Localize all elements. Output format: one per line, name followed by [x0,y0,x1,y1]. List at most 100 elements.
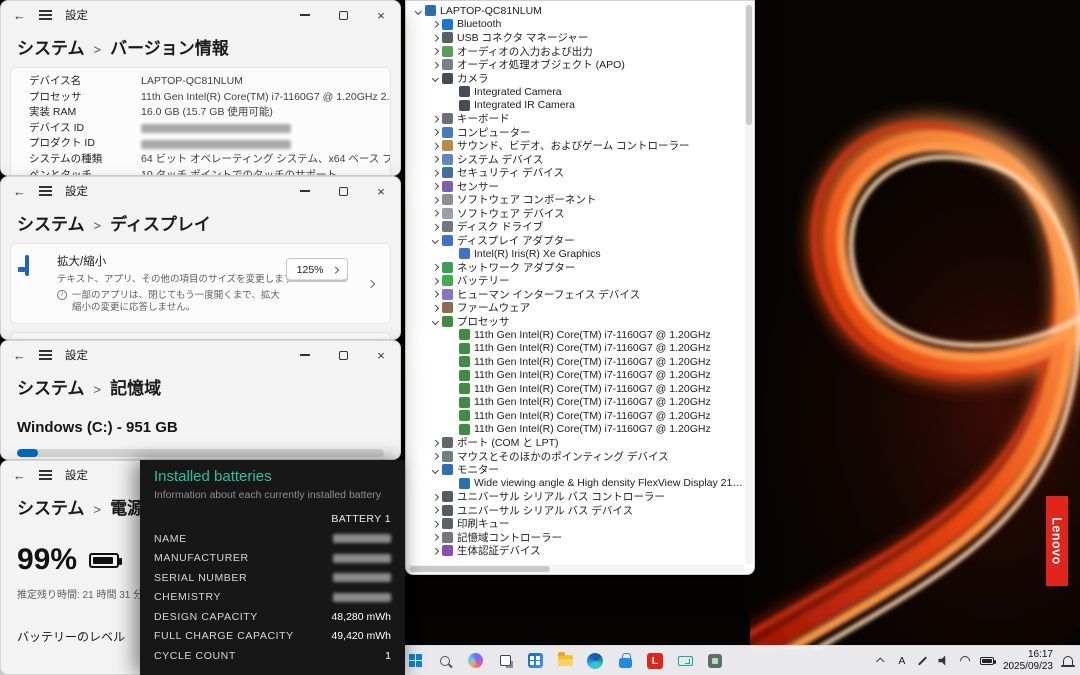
back-icon[interactable]: ← [13,8,26,23]
expander-chevron-icon[interactable] [429,495,442,500]
device-manager-button[interactable] [702,648,728,674]
close-button[interactable]: × [362,177,400,205]
start-button[interactable] [402,648,428,674]
device-tree-item[interactable]: Intel(R) Iris(R) Xe Graphics [408,247,744,261]
close-button[interactable]: × [362,1,400,29]
volume-tray-button[interactable] [938,648,950,674]
edge-button[interactable] [582,648,608,674]
device-tree-item[interactable]: 11th Gen Intel(R) Core(TM) i7-1160G7 @ 1… [408,328,744,342]
device-tree-item[interactable]: ユニバーサル シリアル バス コントローラー [408,490,744,504]
device-tree-item[interactable]: オーディオ処理オブジェクト (APO) [408,58,744,72]
breadcrumb-root[interactable]: システム [17,210,85,235]
expander-chevron-icon[interactable] [429,117,442,122]
device-tree-item[interactable]: コンピューター [408,126,744,140]
battery-tray-button[interactable] [980,648,994,674]
device-tree-item[interactable]: セキュリティ デバイス [408,166,744,180]
network-tray-button[interactable] [959,648,971,674]
expander-chevron-icon[interactable] [429,238,442,243]
resolution-setting-card[interactable]: ディスプレイの解像度 接続されているディスプレイに合うように解像度を調整する 2… [10,332,391,340]
device-tree-item[interactable]: 11th Gen Intel(R) Core(TM) i7-1160G7 @ 1… [408,409,744,423]
tray-overflow-button[interactable] [875,648,887,674]
vertical-scrollbar[interactable] [745,2,753,564]
minimize-button[interactable] [286,341,324,369]
device-tree-item[interactable]: サウンド、ビデオ、およびゲーム コントローラー [408,139,744,153]
expander-chevron-icon[interactable] [429,508,442,513]
chevron-right-icon[interactable] [367,279,375,287]
device-tree-item[interactable]: システム デバイス [408,153,744,167]
expander-chevron-icon[interactable] [429,63,442,68]
device-tree-item[interactable]: Integrated IR Camera [408,99,744,113]
hamburger-menu-icon[interactable] [39,354,52,355]
hamburger-menu-icon[interactable] [39,474,52,475]
expander-chevron-icon[interactable] [446,360,459,365]
device-tree-item[interactable]: 11th Gen Intel(R) Core(TM) i7-1160G7 @ 1… [408,355,744,369]
device-tree-item[interactable]: 11th Gen Intel(R) Core(TM) i7-1160G7 @ 1… [408,382,744,396]
expander-chevron-icon[interactable] [429,279,442,284]
expander-chevron-icon[interactable] [429,319,442,324]
expander-chevron-icon[interactable] [446,90,459,95]
device-tree-item[interactable]: バッテリー [408,274,744,288]
device-tree-item[interactable]: ディスク ドライブ [408,220,744,234]
expander-chevron-icon[interactable] [412,9,425,14]
device-tree-item[interactable]: マウスとそのほかのポインティング デバイス [408,450,744,464]
device-tree-item[interactable]: ポート (COM と LPT) [408,436,744,450]
device-tree-item[interactable]: 11th Gen Intel(R) Core(TM) i7-1160G7 @ 1… [408,396,744,410]
expander-chevron-icon[interactable] [429,184,442,189]
maximize-button[interactable] [324,177,362,205]
back-icon[interactable]: ← [13,184,26,199]
device-tree-item[interactable]: オーディオの入力および出力 [408,45,744,59]
expander-chevron-icon[interactable] [429,198,442,203]
device-tree-item[interactable]: プロセッサ [408,315,744,329]
notification-button[interactable] [1062,648,1074,674]
device-tree-item[interactable]: LAPTOP-QC81NLUM [408,4,744,18]
device-tree-item[interactable]: モニター [408,463,744,477]
minimize-button[interactable] [286,177,324,205]
device-tree-item[interactable]: ソフトウェア デバイス [408,207,744,221]
expander-chevron-icon[interactable] [446,373,459,378]
expander-chevron-icon[interactable] [429,22,442,27]
scale-setting-card[interactable]: 拡大/縮小 テキスト、アプリ、その他の項目のサイズを変更します i 一部のアプリ… [10,243,391,324]
device-tree-item[interactable]: キーボード [408,112,744,126]
hamburger-menu-icon[interactable] [39,14,52,15]
ime-indicator[interactable]: A [896,648,908,674]
minimize-button[interactable] [286,1,324,29]
device-tree-item[interactable]: ネットワーク アダプター [408,261,744,275]
close-button[interactable]: × [362,341,400,369]
expander-chevron-icon[interactable] [429,522,442,527]
expander-chevron-icon[interactable] [446,252,459,257]
expander-chevron-icon[interactable] [429,144,442,149]
expander-chevron-icon[interactable] [429,49,442,54]
expander-chevron-icon[interactable] [429,535,442,540]
device-tree-item[interactable]: ヒューマン インターフェイス デバイス [408,288,744,302]
clock[interactable]: 16:17 2025/09/23 [1003,648,1053,674]
expander-chevron-icon[interactable] [446,103,459,108]
device-tree-item[interactable]: Wide viewing angle & High density FlexVi… [408,477,744,491]
expander-chevron-icon[interactable] [429,265,442,270]
horizontal-scrollbar[interactable] [407,565,744,573]
expander-chevron-icon[interactable] [429,225,442,230]
store-button[interactable] [612,648,638,674]
device-tree-item[interactable]: ディスプレイ アダプター [408,234,744,248]
expander-chevron-icon[interactable] [446,333,459,338]
back-icon[interactable]: ← [13,468,26,483]
task-view-button[interactable] [492,648,518,674]
device-tree-item[interactable]: 11th Gen Intel(R) Core(TM) i7-1160G7 @ 1… [408,423,744,437]
file-explorer-button[interactable] [552,648,578,674]
hamburger-menu-icon[interactable] [39,190,52,191]
device-tree-item[interactable]: Bluetooth [408,18,744,32]
device-tree-item[interactable]: ソフトウェア コンポーネント [408,193,744,207]
scrollbar-thumb[interactable] [746,5,752,125]
expander-chevron-icon[interactable] [429,130,442,135]
expander-chevron-icon[interactable] [446,427,459,432]
widgets-button[interactable] [522,648,548,674]
expander-chevron-icon[interactable] [429,292,442,297]
breadcrumb-root[interactable]: システム [17,494,85,519]
copilot-button[interactable] [462,648,488,674]
back-icon[interactable]: ← [13,348,26,363]
maximize-button[interactable] [324,1,362,29]
cast-button[interactable] [672,648,698,674]
device-tree-item[interactable]: Integrated Camera [408,85,744,99]
expander-chevron-icon[interactable] [446,387,459,392]
breadcrumb-root[interactable]: システム [17,374,85,399]
expander-chevron-icon[interactable] [429,549,442,554]
